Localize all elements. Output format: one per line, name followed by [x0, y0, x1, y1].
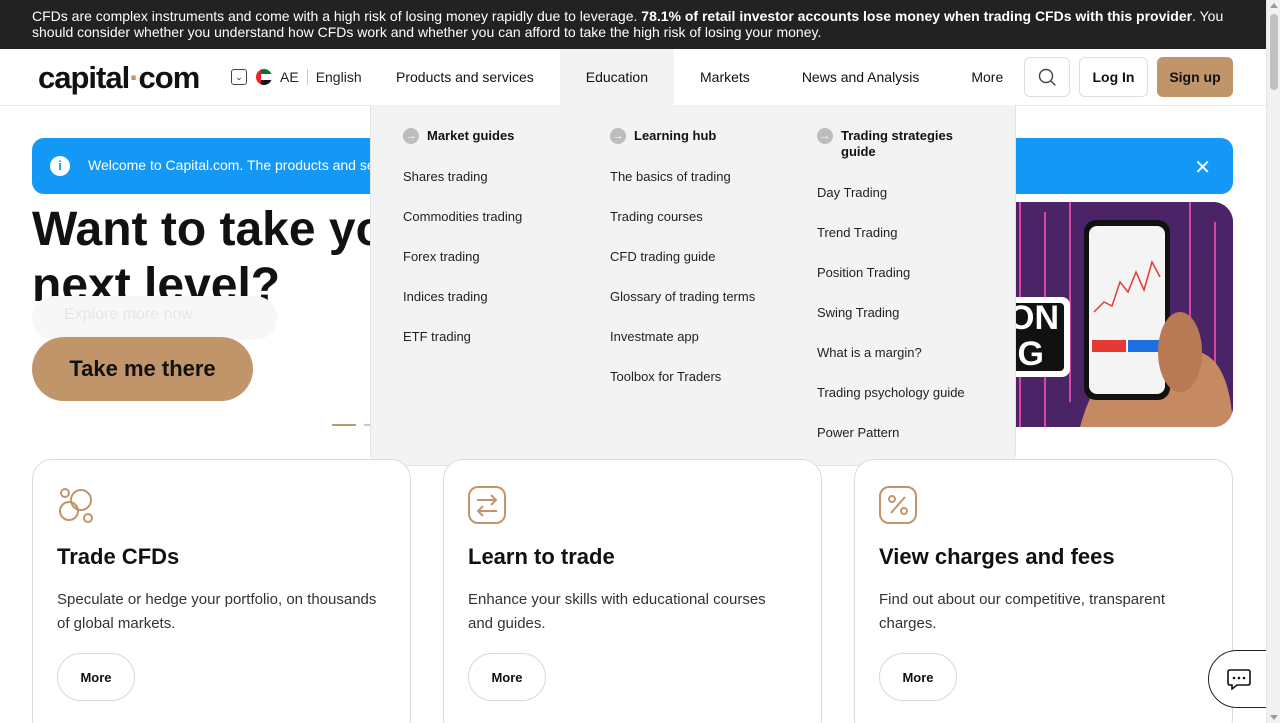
take-me-there-button[interactable]: Take me there — [32, 337, 253, 401]
exchange-arrows-icon — [468, 486, 506, 524]
carousel-indicator-active[interactable] — [332, 424, 356, 426]
info-icon: i — [50, 156, 70, 176]
nav-news-and-analysis[interactable]: News and Analysis — [776, 49, 946, 105]
more-button[interactable]: More — [468, 653, 546, 701]
card-title: View charges and fees — [879, 544, 1115, 569]
market-guides-label: Market guides — [427, 128, 515, 143]
risk-warning-banner: CFDs are complex instruments and come wi… — [0, 0, 1266, 49]
more-button[interactable]: More — [879, 653, 957, 701]
trading-strategies-label: Trading strategies guide — [841, 128, 953, 159]
capital-logo[interactable]: capital·com — [38, 60, 201, 96]
scrollbar-thumb[interactable] — [1270, 14, 1278, 90]
menu-item-trading-courses[interactable]: Trading courses — [610, 209, 703, 224]
menu-item-indices-trading[interactable]: Indices trading — [403, 289, 488, 304]
learning-hub-label: Learning hub — [634, 128, 717, 143]
site-header: capital·com ⌄ AE English Products and se… — [0, 49, 1266, 106]
menu-item-basics-of-trading[interactable]: The basics of trading — [610, 169, 731, 184]
chat-bubble-icon — [1227, 669, 1251, 690]
education-dropdown-menu: → Market guides Shares trading Commoditi… — [370, 105, 1016, 466]
learning-hub-heading[interactable]: → Learning hub — [610, 128, 800, 144]
search-icon — [1038, 68, 1056, 86]
menu-item-swing-trading[interactable]: Swing Trading — [817, 305, 899, 320]
menu-item-commodities-trading[interactable]: Commodities trading — [403, 209, 522, 224]
card-title: Learn to trade — [468, 544, 615, 569]
menu-item-trading-psychology[interactable]: Trading psychology guide — [817, 385, 965, 400]
region-code: AE — [280, 69, 299, 85]
search-button[interactable] — [1024, 57, 1070, 97]
logo-text-com: com — [138, 60, 201, 95]
percent-icon — [879, 486, 917, 524]
market-guides-heading[interactable]: → Market guides — [403, 128, 593, 144]
coins-icon — [59, 488, 93, 523]
scroll-down-icon[interactable] — [1270, 715, 1278, 720]
logo-dot: · — [129, 60, 139, 95]
logo-text-capital: capital — [38, 60, 130, 95]
menu-item-day-trading[interactable]: Day Trading — [817, 185, 887, 200]
close-icon[interactable]: ✕ — [1194, 155, 1211, 180]
nav-more[interactable]: More — [945, 49, 1029, 105]
card-description: Speculate or hedge your portfolio, on th… — [57, 591, 377, 632]
signup-button[interactable]: Sign up — [1157, 57, 1233, 97]
card-title: Trade CFDs — [57, 544, 180, 569]
menu-item-power-pattern[interactable]: Power Pattern — [817, 425, 899, 440]
language-label[interactable]: English — [316, 69, 362, 85]
nav-products-and-services[interactable]: Products and services — [370, 49, 560, 105]
welcome-text: Welcome to Capital.com. The products and… — [88, 157, 387, 173]
risk-text-start: CFDs are complex instruments and come wi… — [32, 8, 642, 24]
menu-item-cfd-trading-guide[interactable]: CFD trading guide — [610, 249, 716, 264]
menu-item-etf-trading[interactable]: ETF trading — [403, 329, 471, 344]
risk-text-bold: 78.1% of retail investor accounts lose m… — [641, 8, 1193, 24]
arrow-right-icon: → — [403, 128, 419, 144]
arrow-right-icon: → — [817, 128, 833, 144]
card-description: Find out about our competitive, transpar… — [879, 591, 1165, 632]
phone-trading-image: ON IG — [1000, 202, 1233, 427]
trading-strategies-heading[interactable]: → Trading strategies guide — [817, 128, 967, 160]
more-button[interactable]: More — [57, 653, 135, 701]
menu-item-position-trading[interactable]: Position Trading — [817, 265, 910, 280]
card-trade-cfds: Trade CFDs Speculate or hedge your portf… — [32, 459, 411, 723]
nav-markets[interactable]: Markets — [674, 49, 776, 105]
card-description: Enhance your skills with educational cou… — [468, 591, 766, 632]
region-selector[interactable]: ⌄ AE English — [231, 69, 362, 85]
menu-item-toolbox-for-traders[interactable]: Toolbox for Traders — [610, 369, 721, 384]
menu-item-forex-trading[interactable]: Forex trading — [403, 249, 480, 264]
uae-flag-icon — [256, 69, 272, 85]
menu-item-shares-trading[interactable]: Shares trading — [403, 169, 488, 184]
divider — [306, 69, 308, 85]
nav-education[interactable]: Education — [559, 49, 675, 105]
hero-subtitle: Explore more now — [32, 296, 277, 340]
page-scrollbar[interactable] — [1266, 0, 1280, 723]
scroll-up-icon[interactable] — [1270, 3, 1278, 8]
menu-item-what-is-margin[interactable]: What is a margin? — [817, 345, 922, 360]
chevron-down-icon[interactable]: ⌄ — [231, 69, 247, 85]
login-button[interactable]: Log In — [1079, 57, 1148, 97]
card-charges-and-fees: View charges and fees Find out about our… — [854, 459, 1233, 723]
card-learn-to-trade: Learn to trade Enhance your skills with … — [443, 459, 822, 723]
arrow-right-icon: → — [610, 128, 626, 144]
chat-button[interactable] — [1208, 650, 1270, 708]
menu-item-trend-trading[interactable]: Trend Trading — [817, 225, 897, 240]
main-nav: Products and services Education Markets … — [370, 49, 1029, 105]
menu-item-glossary[interactable]: Glossary of trading terms — [610, 289, 755, 304]
hero-image: ON IG — [1000, 202, 1233, 427]
menu-item-investmate-app[interactable]: Investmate app — [610, 329, 699, 344]
